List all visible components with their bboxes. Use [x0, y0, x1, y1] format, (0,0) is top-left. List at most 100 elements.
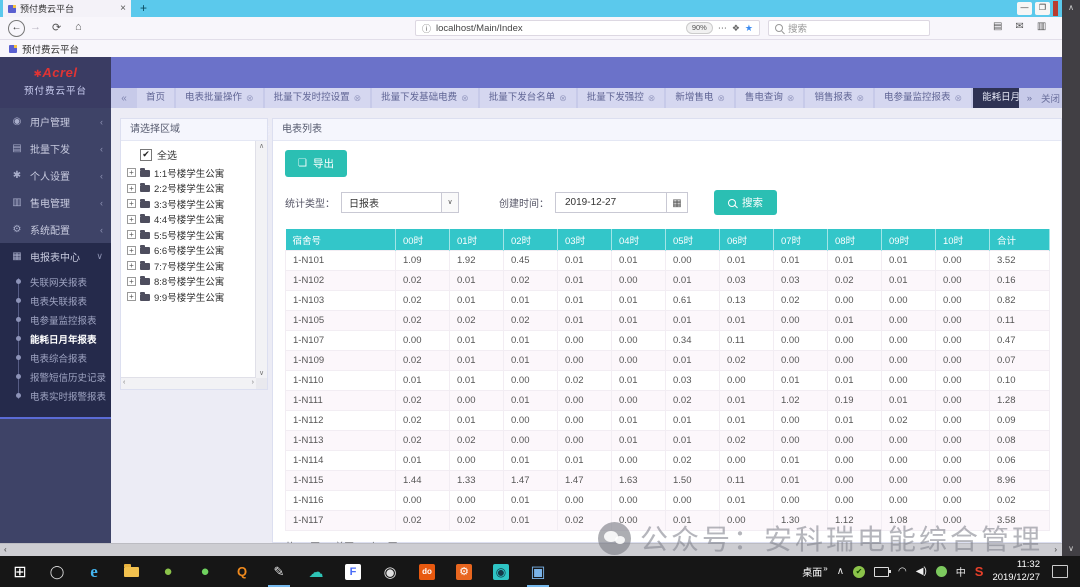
pocket-icon[interactable]: ❖: [732, 23, 740, 34]
expand-plus-icon[interactable]: +: [127, 199, 136, 209]
maximize-button[interactable]: ❐: [1035, 2, 1050, 15]
tree-node[interactable]: +2:2号楼学生公寓: [127, 181, 256, 197]
tab-close-icon[interactable]: ⊗: [787, 88, 795, 108]
sidebar-subitem[interactable]: 电参量监控报表: [0, 310, 111, 329]
table-row[interactable]: 1-N102 0.02 0.01 0.02 0.01 0.00 0.01 0.03 0.03 0.…: [285, 270, 1050, 291]
tree-node[interactable]: +8:8号楼学生公寓: [127, 274, 256, 290]
browser-360-icon[interactable]: ●: [158, 562, 178, 582]
sidebar-subitem[interactable]: 电表失联报表: [0, 291, 111, 310]
tree-horizontal-scrollbar[interactable]: ‹ ›: [121, 377, 256, 389]
scroll-right-icon[interactable]: ›: [1054, 545, 1057, 554]
start-icon[interactable]: ⊞: [10, 562, 30, 582]
tree-node[interactable]: +3:3号楼学生公寓: [127, 196, 256, 212]
expand-plus-icon[interactable]: +: [127, 245, 136, 255]
tab-close-icon[interactable]: ⊗: [955, 88, 963, 108]
table-row[interactable]: 1-N112 0.02 0.01 0.00 0.00 0.01 0.01 0.01 0.00 0.…: [285, 410, 1050, 431]
expand-plus-icon[interactable]: +: [127, 230, 136, 240]
table-row[interactable]: 1-N117 0.02 0.02 0.01 0.02 0.00 0.01 0.00 1.30 1.…: [285, 510, 1050, 531]
site-info-icon[interactable]: ⓘ: [422, 22, 431, 35]
expand-plus-icon[interactable]: +: [127, 261, 136, 271]
expand-plus-icon[interactable]: +: [127, 276, 136, 286]
app-tab[interactable]: 首页: [137, 88, 175, 108]
expand-plus-icon[interactable]: +: [127, 168, 136, 178]
desktop-toolbar[interactable]: 桌面»: [802, 564, 827, 579]
library-icon[interactable]: ▤: [993, 21, 1002, 32]
clock[interactable]: 11:32 2019/12/27: [992, 559, 1040, 584]
app-tab[interactable]: 销售报表 ⊗: [805, 88, 874, 108]
app-tab[interactable]: 批量下发台名单 ⊗: [479, 88, 576, 108]
explorer-icon[interactable]: [121, 562, 141, 582]
sogou-input-icon[interactable]: S: [975, 564, 984, 579]
sidebar-subitem[interactable]: 报警短信历史记录: [0, 367, 111, 386]
flipboard-icon[interactable]: F: [343, 562, 363, 582]
sidebar-item[interactable]: ▤ 批量下发 ‹: [0, 135, 111, 162]
create-date-input[interactable]: 2019-12-27: [555, 192, 667, 213]
volume-icon[interactable]: ◀): [916, 566, 927, 577]
table-row[interactable]: 1-N113 0.02 0.02 0.00 0.00 0.01 0.01 0.02 0.00 0.…: [285, 430, 1050, 451]
wechat-icon[interactable]: ●: [195, 562, 215, 582]
scroll-right-icon[interactable]: ›: [252, 379, 254, 386]
stat-type-select[interactable]: 日报表 ∨: [341, 192, 459, 213]
export-button[interactable]: ❏ 导出: [285, 150, 347, 177]
football-app-icon[interactable]: ◉: [380, 562, 400, 582]
table-row[interactable]: 1-N107 0.00 0.01 0.01 0.00 0.00 0.34 0.11 0.00 0.…: [285, 330, 1050, 351]
home-icon[interactable]: ⌂: [75, 21, 82, 33]
search-button[interactable]: 搜索: [714, 190, 777, 215]
horizontal-scrollbar[interactable]: ‹ ›: [0, 543, 1062, 556]
tree-vertical-scrollbar[interactable]: ∧ ∨: [255, 141, 267, 378]
battery-icon[interactable]: [874, 566, 892, 577]
sidebar-item[interactable]: ▥ 售电管理 ‹: [0, 189, 111, 216]
tab-close-icon[interactable]: ⊗: [856, 88, 864, 108]
tabs-close-menu[interactable]: 关闭: [1041, 91, 1060, 105]
player-icon[interactable]: ◉: [491, 562, 511, 582]
new-tab-button[interactable]: +: [140, 1, 147, 15]
messages-icon[interactable]: ✉: [1015, 21, 1023, 32]
douban-icon[interactable]: do: [417, 562, 437, 582]
app-tab[interactable]: 批量下发时控设置 ⊗: [264, 88, 371, 108]
notification-center-icon[interactable]: [1052, 565, 1068, 578]
select-all-row[interactable]: ✔ 全选: [140, 147, 256, 162]
sidebar-item[interactable]: ⚙ 系统配置 ‹: [0, 216, 111, 243]
bookmark-star-icon[interactable]: ★: [745, 23, 753, 34]
tab-close-icon[interactable]: ⊗: [559, 88, 567, 108]
scroll-left-icon[interactable]: ‹: [123, 379, 125, 386]
tabs-scroll-right-icon[interactable]: »: [1027, 93, 1032, 104]
browser-tab[interactable]: 预付费云平台 ×: [3, 0, 131, 17]
select-all-checkbox[interactable]: ✔: [140, 148, 152, 161]
scroll-down-icon[interactable]: ∨: [256, 369, 267, 377]
minimize-button[interactable]: —: [1017, 2, 1032, 15]
app-tab[interactable]: 批量下发基础电费 ⊗: [372, 88, 478, 108]
expand-plus-icon[interactable]: +: [127, 292, 136, 302]
design-tool-icon[interactable]: ✎: [268, 562, 290, 587]
tab-close-icon[interactable]: ⊗: [717, 88, 725, 108]
tree-node[interactable]: +5:5号楼学生公寓: [127, 227, 256, 243]
table-row[interactable]: 1-N115 1.44 1.33 1.47 1.47 1.63 1.50 0.11 0.01 0.…: [285, 470, 1050, 491]
edge-icon[interactable]: e: [84, 562, 104, 582]
table-row[interactable]: 1-N105 0.02 0.02 0.02 0.01 0.01 0.01 0.01 0.00 0.…: [285, 310, 1050, 331]
tab-close-icon[interactable]: ⊗: [246, 88, 254, 108]
software-manager-icon[interactable]: ⚙: [454, 562, 474, 582]
table-row[interactable]: 1-N109 0.02 0.01 0.01 0.00 0.00 0.01 0.02 0.00 0.…: [285, 350, 1050, 371]
tray-expand-icon[interactable]: ∧: [837, 566, 844, 577]
cloud-app-icon[interactable]: ☁: [306, 562, 326, 582]
tree-node[interactable]: +9:9号楼学生公寓: [127, 289, 256, 305]
tab-close-icon[interactable]: ×: [120, 3, 126, 14]
dropdown-arrow-icon[interactable]: ∨: [441, 193, 458, 212]
tab-close-icon[interactable]: ⊗: [648, 88, 656, 108]
expand-plus-icon[interactable]: +: [127, 183, 136, 193]
sidebar-subitem[interactable]: 失联网关报表: [0, 272, 111, 291]
ime-indicator[interactable]: 中: [956, 564, 966, 579]
table-row[interactable]: 1-N111 0.02 0.00 0.01 0.00 0.00 0.02 0.01 1.02 0.…: [285, 390, 1050, 411]
calendar-icon[interactable]: ▦: [667, 192, 688, 213]
wifi-icon[interactable]: ◠: [898, 566, 907, 577]
tab-close-icon[interactable]: ⊗: [354, 88, 362, 108]
forward-icon[interactable]: →: [30, 21, 41, 33]
table-row[interactable]: 1-N103 0.02 0.01 0.01 0.01 0.01 0.61 0.13 0.02 0.…: [285, 290, 1050, 311]
cortana-icon[interactable]: ◯: [47, 562, 67, 582]
tab-close-icon[interactable]: ⊗: [461, 88, 469, 108]
sidebar-toggle-icon[interactable]: ▥: [1037, 21, 1046, 32]
table-row[interactable]: 1-N110 0.01 0.01 0.00 0.02 0.01 0.03 0.00 0.01 0.…: [285, 370, 1050, 391]
app-tab[interactable]: 电参量监控报表 ⊗: [875, 88, 972, 108]
app-tab[interactable]: 售电查询 ⊗: [735, 88, 804, 108]
tabs-scroll-left-icon[interactable]: «: [111, 93, 137, 104]
